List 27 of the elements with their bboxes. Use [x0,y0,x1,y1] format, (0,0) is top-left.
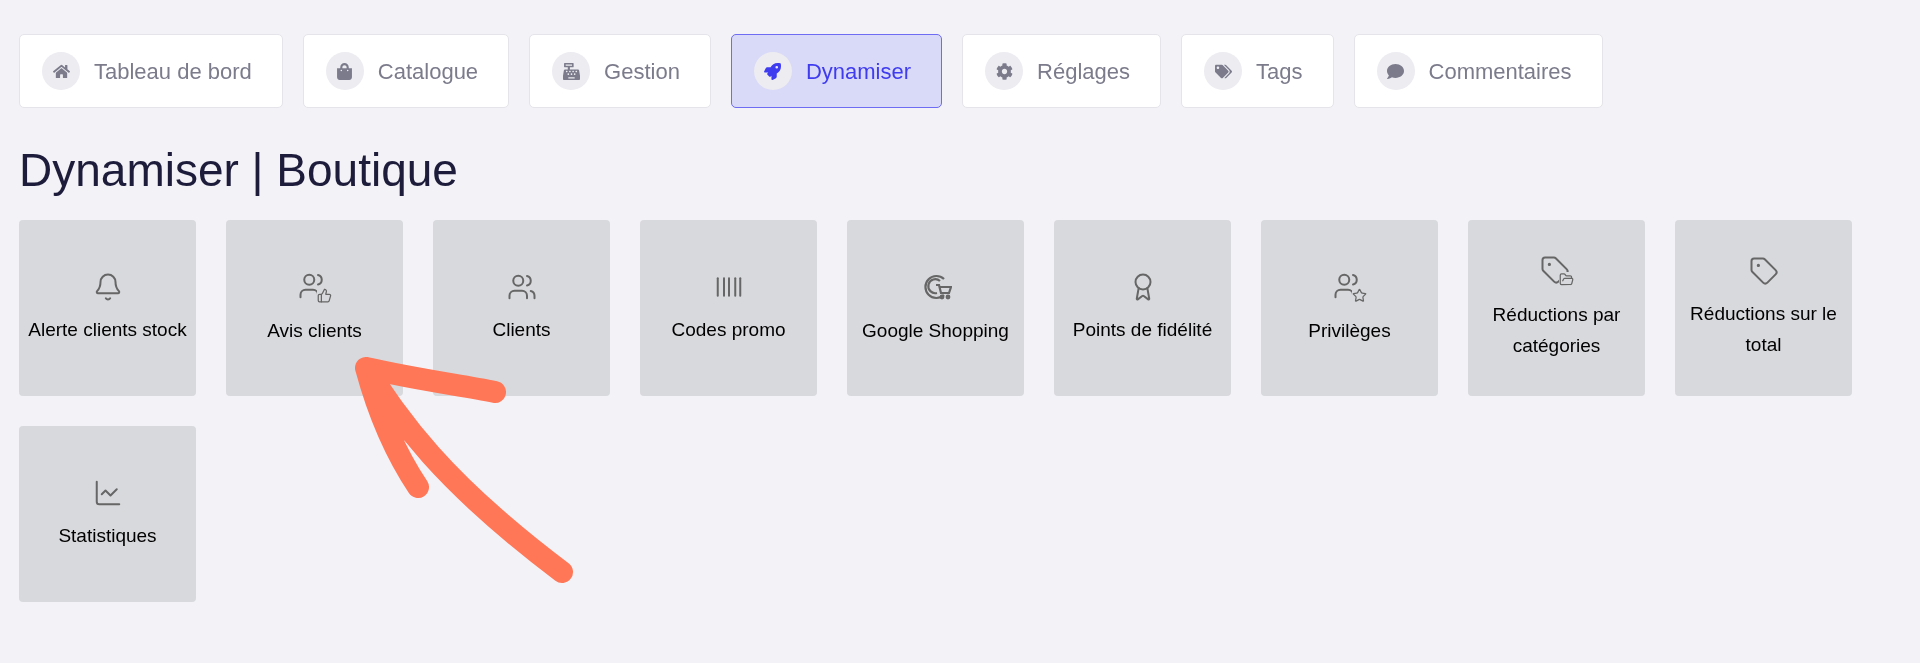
nav-tab[interactable]: Tags [1181,34,1334,108]
nav-tab[interactable]: Réglages [962,34,1162,108]
nav-tab[interactable]: Dynamiser [730,34,943,108]
feature-tile[interactable]: Clients [433,220,610,396]
rocket-icon [753,52,792,90]
speech-bubble-icon [1376,52,1415,90]
feature-tile[interactable]: Avis clients [226,220,403,396]
tag-folder-icon [1539,255,1574,287]
feature-tile[interactable]: Réductions par catégories [1468,220,1645,396]
feature-tile[interactable]: Points de fidélité [1054,220,1231,396]
feature-tile[interactable]: Statistiques [19,426,196,602]
feature-tile[interactable]: Privilèges [1261,220,1438,396]
home-icon [42,52,80,90]
nav-tab[interactable]: Catalogue [302,34,510,108]
tag-icon [1748,256,1779,286]
bag-icon [325,52,364,90]
feature-tile[interactable]: Alerte clients stock [19,220,196,396]
nav-tab[interactable]: Gestion [529,34,711,108]
cash-register-icon [552,52,591,90]
tags-icon [1204,52,1243,90]
feature-tile[interactable]: Réductions sur le total [1675,220,1852,396]
nav-tab[interactable]: Tableau de bord [19,34,283,108]
page-title: Dynamiser | Boutique [19,143,459,198]
feature-tile[interactable]: Codes promo [640,220,817,396]
feature-tile[interactable]: Google Shopping [847,220,1024,396]
nav-tab[interactable]: Commentaires [1353,34,1603,108]
settings-icon [985,52,1024,90]
